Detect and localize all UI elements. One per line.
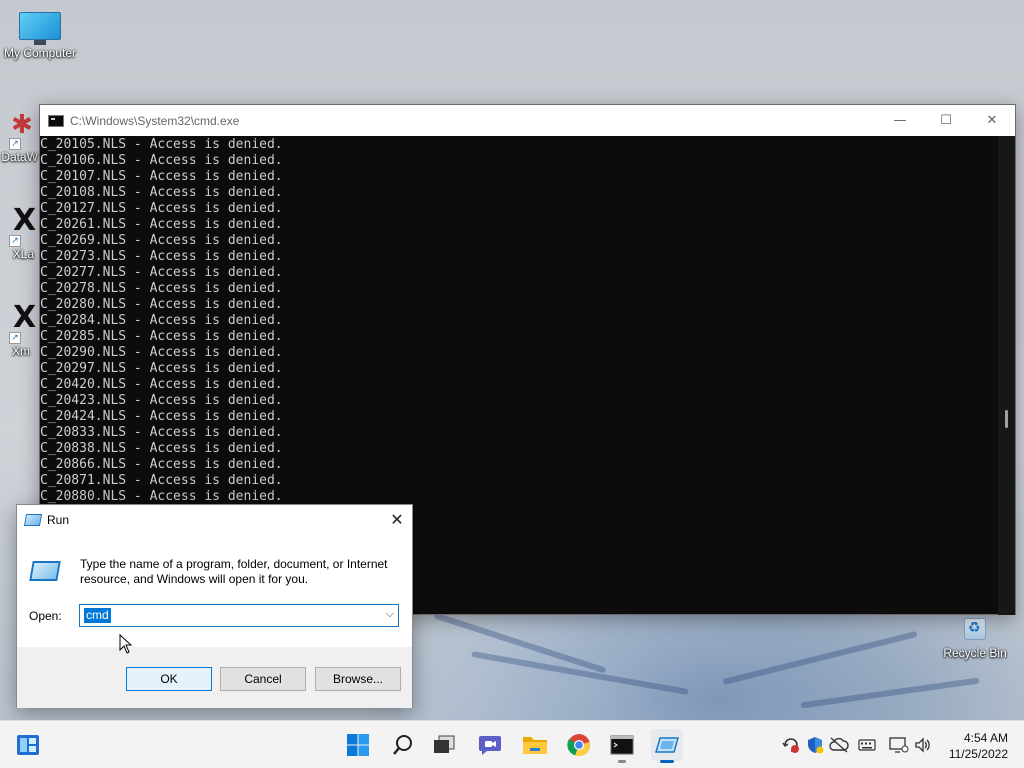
console-line: C_20285.NLS - Access is denied. [40, 329, 283, 344]
cmd-taskbar-button[interactable] [606, 729, 638, 763]
console-line: C_20273.NLS - Access is denied. [40, 249, 283, 264]
network-alert-icon[interactable] [781, 735, 801, 755]
start-button[interactable] [342, 729, 374, 761]
browse-button[interactable]: Browse... [315, 667, 401, 691]
desktop-icon-recycle-bin[interactable]: ♻ Recycle Bin [935, 612, 1015, 660]
close-icon: ✕ [986, 113, 998, 128]
console-line: C_20420.NLS - Access is denied. [40, 377, 283, 392]
run-program-icon [29, 561, 61, 581]
console-line: C_20284.NLS - Access is denied. [40, 313, 283, 328]
chat-button[interactable] [474, 729, 506, 761]
cmd-titlebar[interactable]: C:\Windows\System32\cmd.exe — ☐ ✕ [40, 105, 1015, 136]
console-scrollbar[interactable] [998, 136, 1015, 615]
active-indicator [660, 760, 674, 763]
console-line: C_20838.NLS - Access is denied. [40, 441, 283, 456]
console-line: C_20278.NLS - Access is denied. [40, 281, 283, 296]
console-line: C_20290.NLS - Access is denied. [40, 345, 283, 360]
maximize-button[interactable]: ☐ [923, 105, 969, 136]
run-dialog-title: Run [47, 512, 70, 527]
run-taskbar-icon [655, 737, 679, 753]
console-line: C_20424.NLS - Access is denied. [40, 409, 283, 424]
clock-date: 11/25/2022 [948, 747, 1008, 761]
console-line: C_20269.NLS - Access is denied. [40, 233, 283, 248]
minimize-button[interactable]: — [877, 105, 923, 136]
scrollbar-thumb[interactable] [1005, 410, 1008, 428]
security-shield-icon[interactable] [805, 735, 825, 755]
close-button[interactable]: ✕ [969, 105, 1015, 136]
desktop-icon-my-computer[interactable]: My Computer [0, 12, 80, 60]
chevron-down-icon[interactable]: ⌵ [386, 608, 394, 621]
ok-button[interactable]: OK [126, 667, 212, 691]
taskbar: 4:54 AM 11/25/2022 [0, 720, 1024, 768]
console-line: C_20106.NLS - Access is denied. [40, 153, 283, 168]
console-line: C_20280.NLS - Access is denied. [40, 297, 283, 312]
run-description: Type the name of a program, folder, docu… [80, 557, 388, 586]
console-line: C_20423.NLS - Access is denied. [40, 393, 283, 408]
console-line: C_20277.NLS - Access is denied. [40, 265, 283, 280]
volume-icon[interactable] [913, 735, 933, 755]
cloud-off-icon[interactable] [829, 735, 849, 755]
close-icon: ✕ [390, 511, 404, 529]
file-explorer-icon [523, 737, 547, 754]
cmd-taskbar-icon [610, 735, 634, 755]
run-titlebar[interactable]: Run ✕ [17, 505, 412, 534]
system-clock[interactable]: 4:54 AM 11/25/2022 [949, 730, 1008, 762]
wallpaper-streak [722, 630, 918, 686]
cmd-icon [48, 114, 64, 127]
display-icon[interactable] [889, 735, 909, 755]
wallpaper-streak [800, 677, 980, 709]
run-icon [23, 513, 43, 526]
clock-time: 4:54 AM [963, 731, 1008, 745]
xming-app-icon: X ↗ [5, 300, 36, 344]
mouse-cursor-icon [119, 634, 133, 654]
maximize-icon: ☐ [940, 113, 952, 128]
xlaunch-app-icon: X ↗ [5, 203, 36, 247]
computer-icon [19, 12, 61, 45]
cancel-button[interactable]: Cancel [220, 667, 306, 691]
start-icon [347, 734, 369, 756]
console-line: C_20871.NLS - Access is denied. [40, 473, 283, 488]
desktop-icon-label: My Computer [3, 46, 77, 60]
run-close-button[interactable]: ✕ [382, 505, 412, 534]
open-input[interactable]: cmd ⌵ [79, 604, 399, 627]
file-explorer-button[interactable] [519, 729, 551, 761]
console-line: C_20297.NLS - Access is denied. [40, 361, 283, 376]
run-dialog[interactable]: Run ✕ Type the name of a program, folder… [16, 504, 413, 708]
run-taskbar-button[interactable] [651, 729, 683, 763]
console-line: C_20105.NLS - Access is denied. [40, 137, 283, 152]
cmd-window-title: C:\Windows\System32\cmd.exe [70, 113, 240, 128]
search-icon [393, 735, 412, 755]
console-line: C_20833.NLS - Access is denied. [40, 425, 283, 440]
task-view-button[interactable] [428, 729, 460, 761]
search-button[interactable] [387, 729, 419, 761]
chrome-icon [567, 734, 590, 757]
console-line: C_20880.NLS - Access is denied. [40, 489, 283, 504]
widgets-icon [17, 735, 39, 755]
open-label: Open: [29, 609, 62, 623]
dataw-app-icon: ✱ ↗ [9, 110, 33, 150]
desktop-icon-label: Recycle Bin [943, 646, 1007, 660]
chrome-button[interactable] [563, 729, 595, 761]
keyboard-icon[interactable] [857, 735, 877, 755]
console-line: C_20127.NLS - Access is denied. [40, 201, 283, 216]
console-line: C_20866.NLS - Access is denied. [40, 457, 283, 472]
console-line: C_20107.NLS - Access is denied. [40, 169, 283, 184]
open-input-value[interactable]: cmd [84, 608, 111, 623]
recycle-bin-icon: ♻ [958, 612, 992, 642]
chat-icon [479, 736, 501, 755]
console-line: C_20261.NLS - Access is denied. [40, 217, 283, 232]
running-indicator [618, 760, 626, 763]
console-line: C_20108.NLS - Access is denied. [40, 185, 283, 200]
wallpaper-streak [471, 650, 689, 696]
widgets-button[interactable] [12, 729, 44, 761]
task-view-icon [434, 735, 455, 753]
minimize-icon: — [893, 113, 907, 128]
